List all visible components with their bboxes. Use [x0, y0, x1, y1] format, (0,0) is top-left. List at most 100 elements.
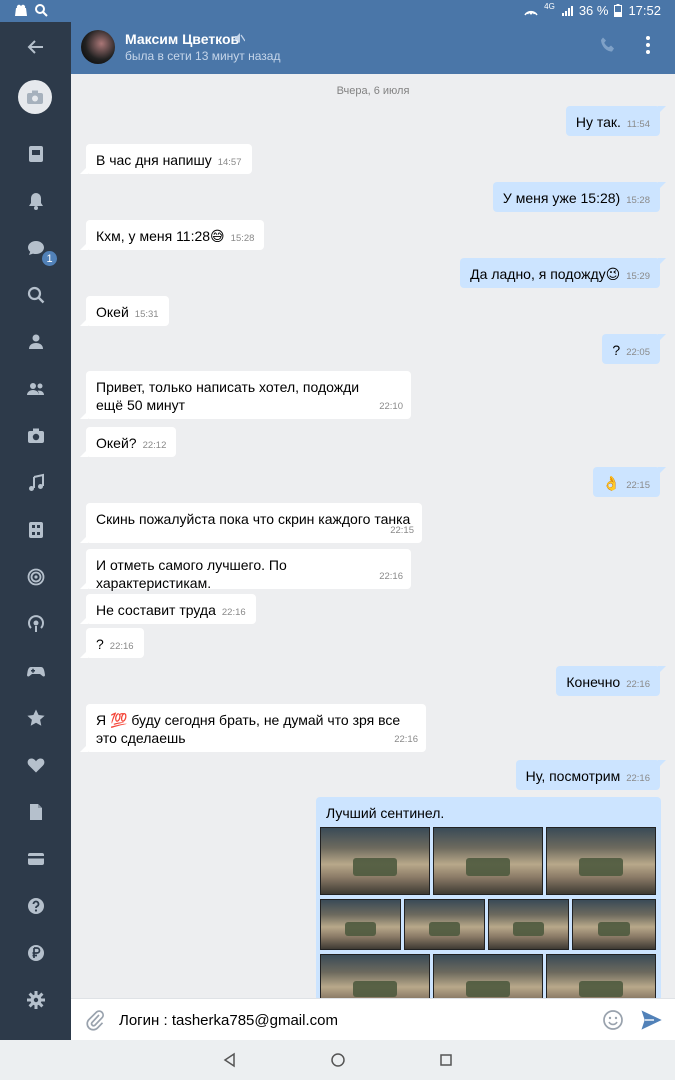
vk-pay-icon[interactable] [21, 938, 51, 968]
notification-icon [15, 4, 27, 16]
emoji-smile-icon[interactable] [602, 1009, 624, 1031]
muted-icon [235, 33, 245, 43]
message-time: 22:15 [626, 480, 650, 491]
message-time: 15:31 [134, 309, 159, 320]
search-icon[interactable] [21, 280, 51, 310]
message-incoming[interactable]: Кхм, у меня 11:28😅 15:28 [79, 220, 265, 250]
hotspot-icon [524, 10, 538, 15]
message-text: У меня уже 15:28) [502, 190, 621, 206]
tank-screenshot[interactable] [404, 899, 485, 950]
message-incoming[interactable]: Привет, только написать хотел, подожди е… [80, 371, 411, 419]
message-time: 11:54 [626, 119, 650, 130]
message-text: В час дня напишу [96, 152, 212, 168]
message-text: Привет, только написать хотел, подожди е… [96, 379, 360, 413]
video-icon[interactable] [21, 515, 51, 545]
message-text: 👌 [602, 475, 621, 491]
message-outgoing[interactable]: Ну, посмотрим 22:16 [515, 760, 667, 790]
message-incoming[interactable]: Не составит труда 22:16 [80, 594, 256, 624]
message-text: ? [612, 342, 621, 358]
back-arrow-icon[interactable] [21, 32, 51, 62]
photo-caption: Лучший сентинел. [326, 805, 445, 821]
message-incoming[interactable]: Я 💯 буду сегодня брать, не думай что зря… [80, 704, 426, 752]
message-incoming[interactable]: Скинь пожалуйста пока что скрин каждого … [80, 503, 422, 543]
message-time: 15:28 [230, 233, 255, 244]
sidebar: 1 [0, 22, 71, 1040]
message-time: 22:10 [379, 401, 403, 412]
message-text: Ну так. [575, 114, 621, 130]
tank-screenshot[interactable] [546, 827, 656, 895]
message-incoming[interactable]: Окей 15:31 [80, 296, 169, 326]
nav-home-icon[interactable] [329, 1051, 347, 1069]
message-text: Я 💯 буду сегодня брать, не думай что зря… [96, 712, 401, 746]
games-icon[interactable] [21, 656, 51, 686]
message-time: 22:05 [626, 347, 650, 358]
chat-header: Максим Цветков была в сети 13 минут наза… [71, 22, 675, 74]
contact-name[interactable]: Максим Цветков [125, 31, 239, 47]
message-time: 22:12 [142, 440, 167, 451]
message-outgoing[interactable]: ? 22:05 [602, 334, 666, 364]
notifications-bell-icon[interactable] [21, 186, 51, 216]
help-icon[interactable] [21, 891, 51, 921]
friend-icon[interactable] [21, 327, 51, 357]
tank-screenshot[interactable] [488, 899, 569, 950]
groups-icon[interactable] [21, 374, 51, 404]
payments-card-icon[interactable] [21, 844, 51, 874]
message-outgoing[interactable]: Да ладно, я подожду😉 15:29 [460, 258, 666, 288]
tank-screenshot[interactable] [433, 954, 543, 998]
tank-screenshot[interactable] [433, 827, 543, 895]
message-outgoing[interactable]: У меня уже 15:28) 15:28 [492, 182, 667, 212]
message-time: 22:16 [626, 773, 650, 784]
tank-screenshot[interactable] [320, 827, 430, 895]
message-time: 22:16 [626, 679, 650, 690]
photos-icon[interactable] [21, 421, 51, 451]
likes-heart-icon[interactable] [21, 750, 51, 780]
message-composer: Логин : tasherka785@gmail.com [71, 998, 675, 1040]
attach-paperclip-icon[interactable] [85, 1009, 105, 1031]
send-icon[interactable] [640, 1009, 662, 1031]
nav-back-icon[interactable] [221, 1051, 239, 1069]
message-time: 22:16 [379, 571, 403, 582]
message-time: 22:16 [109, 641, 134, 652]
message-history[interactable]: Вчера, 6 июля Ну так. 11:54 В час дня нап… [71, 74, 675, 998]
podcast-icon[interactable] [21, 609, 51, 639]
tank-screenshot[interactable] [320, 899, 401, 950]
battery-icon [614, 4, 623, 17]
profile-avatar[interactable] [18, 80, 52, 114]
documents-icon[interactable] [21, 797, 51, 827]
tank-screenshot[interactable] [320, 954, 430, 998]
message-text: Да ладно, я подожду😉 [470, 266, 621, 282]
phone-call-icon[interactable] [599, 36, 617, 54]
settings-gear-icon[interactable] [21, 985, 51, 1015]
message-outgoing-photos[interactable]: Лучший сентинел. [316, 797, 661, 998]
news-icon[interactable] [21, 139, 51, 169]
message-time: 22:16 [221, 607, 246, 618]
live-icon[interactable] [21, 562, 51, 592]
music-icon[interactable] [21, 468, 51, 498]
message-time: 14:57 [217, 157, 242, 168]
message-outgoing[interactable]: Ну так. 11:54 [565, 106, 667, 136]
tank-screenshot[interactable] [572, 899, 656, 950]
message-outgoing[interactable]: Конечно 22:16 [556, 666, 666, 696]
message-text: Не составит труда [96, 602, 216, 618]
message-incoming[interactable]: Окей? 22:12 [79, 427, 177, 457]
nav-recents-icon[interactable] [437, 1051, 455, 1069]
system-navigation-bar [0, 1040, 675, 1080]
clock: 17:52 [628, 3, 661, 18]
message-outgoing[interactable]: 👌 22:15 [592, 467, 667, 497]
bookmarks-star-icon[interactable] [21, 703, 51, 733]
message-time: 15:28 [626, 195, 650, 206]
message-incoming[interactable]: И отметь самого лучшего. По характеристи… [80, 549, 411, 591]
tank-screenshot[interactable] [546, 954, 656, 998]
status-bar: 4G 36 % 17:52 [0, 0, 675, 22]
message-input[interactable]: Логин : tasherka785@gmail.com [119, 1012, 338, 1029]
message-text: Скинь пожалуйста пока что скрин каждого … [96, 511, 411, 527]
battery-percent: 36 % [578, 3, 609, 18]
message-incoming[interactable]: ? 22:16 [80, 628, 144, 658]
message-time: 15:29 [626, 271, 650, 282]
message-text: Ну, посмотрим [525, 768, 621, 784]
camera-icon [27, 90, 43, 104]
message-text: И отметь самого лучшего. По характеристи… [96, 557, 287, 591]
contact-avatar[interactable] [81, 30, 115, 64]
more-vertical-icon[interactable] [641, 34, 655, 56]
message-incoming[interactable]: В час дня напишу 14:57 [80, 144, 252, 174]
